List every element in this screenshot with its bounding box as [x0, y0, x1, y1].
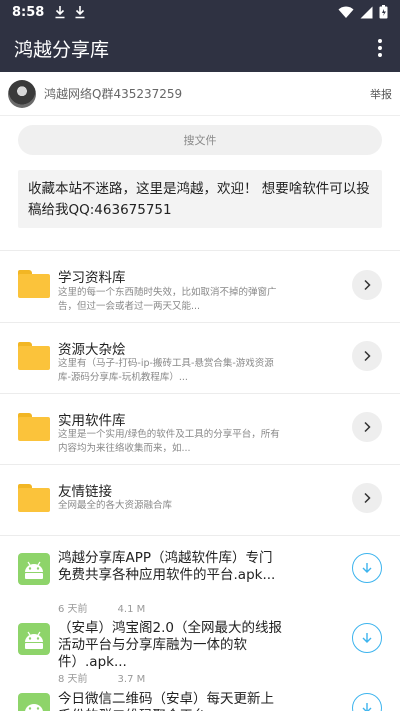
file-meta: 6 天前 4.1 M	[58, 600, 175, 615]
category-desc: 全网最全的各大资源融合库	[58, 500, 173, 511]
download-notification-icon	[75, 6, 85, 19]
file-meta: 8 天前 3.7 M	[58, 670, 175, 685]
folder-icon	[18, 484, 50, 512]
category-desc: 这里的每一个东西随时失效，比如取消不掉的弹窗广告，但过一会或者过一两天又能...	[58, 287, 277, 312]
battery-icon	[379, 5, 388, 19]
report-link[interactable]: 举报	[370, 86, 392, 102]
app-title: 鸿越分享库	[14, 38, 110, 61]
chevron-right-icon[interactable]	[352, 483, 382, 513]
chevron-right-icon[interactable]	[352, 412, 382, 442]
divider	[0, 250, 400, 251]
download-notification-icon	[55, 6, 65, 19]
avatar[interactable]	[8, 79, 36, 108]
file-title: 鸿越分享库APP（鸿越软件库）专门免费共享各种应用软件的平台.apk...	[58, 550, 276, 583]
search-input[interactable]: 搜文件	[18, 125, 382, 155]
overflow-menu-icon[interactable]	[370, 36, 390, 60]
download-icon[interactable]	[352, 693, 382, 711]
cell-signal-icon	[360, 6, 373, 18]
status-time: 8:58	[12, 4, 45, 20]
category-title: 实用软件库	[58, 413, 126, 429]
divider	[0, 393, 400, 394]
file-size: 3.7 M	[117, 674, 146, 685]
android-app-icon	[18, 553, 50, 585]
app-bar: 鸿越分享库	[0, 24, 400, 72]
file-age: 8 天前	[58, 674, 88, 685]
wifi-icon	[338, 6, 354, 18]
category-title: 友情链接	[58, 484, 112, 500]
category-title: 资源大杂烩	[58, 342, 126, 358]
group-info-row: 鸿越网络Q群435237259 举报	[0, 72, 400, 116]
status-bar: 8:58	[0, 0, 400, 24]
file-title: 今日微信二维码（安卓）每天更新上千份的群二维码聚合平台	[58, 691, 274, 711]
search-placeholder: 搜文件	[183, 134, 217, 147]
notice-banner: 收藏本站不迷路，这里是鸿越，欢迎！ 想要啥软件可以投稿给我QQ:46367575…	[18, 170, 382, 228]
category-title: 学习资料库	[58, 270, 126, 286]
file-age: 6 天前	[58, 604, 88, 615]
chevron-right-icon[interactable]	[352, 341, 382, 371]
folder-icon	[18, 270, 50, 298]
divider	[0, 322, 400, 323]
android-app-icon	[18, 623, 50, 655]
category-desc: 这里有（马子-打码-ip-搬砖工具-悬赏合集-游戏资源库-源码分享库-玩机教程库…	[58, 358, 274, 383]
download-icon[interactable]	[352, 623, 382, 653]
android-app-icon	[18, 693, 50, 711]
folder-icon	[18, 413, 50, 441]
notice-text: 收藏本站不迷路，这里是鸿越，欢迎！ 想要啥软件可以投稿给我QQ:46367575…	[28, 181, 370, 218]
chevron-right-icon[interactable]	[352, 270, 382, 300]
file-size: 4.1 M	[117, 604, 146, 615]
divider	[0, 464, 400, 465]
group-label: 鸿越网络Q群435237259	[44, 87, 183, 101]
file-title: （安卓）鸿宝阁2.0（全网最大的线报活动平台与分享库融为一体的软件）.apk..…	[58, 620, 282, 670]
divider	[0, 535, 400, 536]
folder-icon	[18, 342, 50, 370]
download-icon[interactable]	[352, 553, 382, 583]
category-desc: 这里是一个实用/绿色的软件及工具的分享平台，所有内容均为来往络收集而来，如...	[58, 429, 280, 454]
